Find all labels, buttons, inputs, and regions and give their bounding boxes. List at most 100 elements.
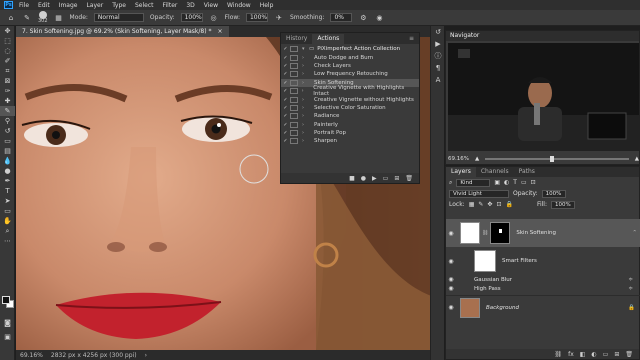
menu-select[interactable]: Select [135, 2, 154, 9]
background-thumbnail[interactable] [460, 297, 480, 318]
modal-toggle-icon[interactable] [290, 104, 298, 111]
action-row[interactable]: ✓ › Creative Vignette without Highlights [281, 95, 419, 103]
chevron-right-icon[interactable]: › [302, 113, 314, 119]
eye-icon[interactable]: ◉ [446, 230, 456, 237]
blend-mode-select[interactable]: Vivid Light [449, 189, 509, 198]
lock-pixels-icon[interactable]: ✎ [478, 201, 483, 208]
dodge-tool-icon[interactable]: ● [0, 166, 15, 176]
character-panel-icon[interactable]: A [431, 74, 445, 86]
filter-smart-icon[interactable]: ⊡ [531, 179, 536, 186]
navigator-preview[interactable] [448, 43, 639, 151]
chevron-right-icon[interactable]: › [302, 55, 314, 61]
lock-position-icon[interactable]: ✥ [487, 201, 492, 208]
new-group-icon[interactable]: ▭ [603, 351, 609, 358]
modal-toggle-icon[interactable] [290, 138, 298, 145]
mode-select[interactable]: Normal [93, 13, 144, 22]
airbrush-icon[interactable]: ✈ [274, 13, 284, 23]
chevron-right-icon[interactable]: › [302, 80, 314, 86]
eye-icon[interactable]: ◉ [446, 276, 456, 283]
paragraph-panel-icon[interactable]: ¶ [431, 62, 445, 74]
check-icon[interactable]: ✓ [281, 63, 290, 69]
zoom-slider-thumb[interactable] [549, 156, 554, 162]
marquee-tool-icon[interactable]: ⬚ [0, 36, 15, 46]
chevron-right-icon[interactable]: › [302, 97, 314, 103]
action-row[interactable]: ✓ › Selective Color Saturation [281, 104, 419, 112]
path-select-tool-icon[interactable]: ➤ [0, 196, 15, 206]
type-tool-icon[interactable]: T [0, 186, 15, 196]
home-icon[interactable]: ⌂ [6, 13, 16, 23]
layer-filter-kind[interactable]: Kind [456, 178, 491, 187]
filter-row-high-pass[interactable]: ◉ High Pass ≑ [446, 284, 640, 293]
tab-channels[interactable]: Channels [476, 167, 514, 177]
chevron-right-icon[interactable]: › [302, 88, 314, 94]
lasso-tool-icon[interactable]: ◌ [0, 46, 15, 56]
modal-toggle-icon[interactable] [290, 121, 298, 128]
stop-icon[interactable]: ■ [349, 175, 355, 182]
action-row[interactable]: ✓ › Check Layers [281, 62, 419, 70]
modal-toggle-icon[interactable] [290, 62, 298, 69]
link-layers-icon[interactable]: ⛓ [554, 351, 562, 358]
modal-toggle-icon[interactable] [290, 130, 298, 137]
check-icon[interactable]: ✓ [281, 122, 290, 128]
close-icon[interactable]: × [217, 28, 222, 35]
zoom-level[interactable]: 69.16% [20, 352, 43, 359]
check-icon[interactable]: ✓ [281, 80, 290, 86]
tab-actions[interactable]: Actions [312, 34, 345, 44]
clone-stamp-tool-icon[interactable]: ⚲ [0, 116, 15, 126]
modal-toggle-icon[interactable] [290, 113, 298, 120]
brush-settings-icon[interactable]: ▦ [54, 13, 64, 23]
tab-paths[interactable]: Paths [514, 167, 540, 177]
opacity-field[interactable]: 100% [180, 13, 203, 22]
screen-mode-icon[interactable]: ▣ [0, 332, 15, 342]
brush-preset-picker[interactable]: 302 [38, 11, 48, 24]
eraser-tool-icon[interactable]: ▭ [0, 136, 15, 146]
menu-filter[interactable]: Filter [163, 2, 178, 9]
lock-artboard-icon[interactable]: ⊡ [496, 201, 501, 208]
menu-window[interactable]: Window [227, 2, 251, 9]
action-row[interactable]: ✓ › Creative Vignette with Highlights Inta… [281, 85, 419, 97]
pressure-size-icon[interactable]: ◉ [374, 13, 384, 23]
gear-icon[interactable]: ⚙ [358, 13, 368, 23]
tab-history[interactable]: History [281, 34, 312, 44]
zoom-out-icon[interactable]: ▲ [475, 156, 479, 162]
history-brush-tool-icon[interactable]: ↺ [0, 126, 15, 136]
layer-name[interactable]: Background [486, 305, 519, 311]
filter-options-icon[interactable]: ≑ [628, 277, 633, 283]
check-icon[interactable]: ✓ [281, 97, 290, 103]
brush-tool-icon[interactable]: ✎ [22, 13, 32, 23]
tab-layers[interactable]: Layers [446, 167, 476, 177]
status-arrow-icon[interactable]: › [145, 352, 147, 359]
link-icon[interactable]: ⛓ [482, 230, 488, 236]
pressure-opacity-icon[interactable]: ◎ [209, 13, 219, 23]
quick-mask-icon[interactable]: ◙ [0, 318, 15, 328]
delete-layer-icon[interactable]: 🗑 [625, 351, 633, 358]
filter-options-icon[interactable]: ≑ [628, 286, 633, 292]
layer-opacity-field[interactable]: 100% [541, 189, 566, 198]
smoothing-field[interactable]: 0% [330, 13, 353, 22]
action-row[interactable]: ✓ › Painterly [281, 121, 419, 129]
hand-tool-icon[interactable]: ✋ [0, 216, 15, 226]
layer-row-smart-filters[interactable]: ◉ Smart Filters [446, 249, 640, 273]
modal-toggle-icon[interactable] [290, 71, 298, 78]
filter-pixel-icon[interactable]: ▣ [494, 179, 500, 186]
menu-layer[interactable]: Layer [86, 2, 103, 9]
play-icon[interactable]: ▶ [372, 175, 377, 182]
menu-type[interactable]: Type [112, 2, 126, 9]
new-action-icon[interactable]: ⊞ [394, 175, 399, 182]
lock-transparent-icon[interactable]: ▦ [469, 201, 475, 208]
action-row[interactable]: ✓ › Auto Dodge and Burn [281, 53, 419, 61]
menu-file[interactable]: File [19, 2, 29, 9]
lock-all-icon[interactable]: 🔒 [505, 201, 512, 208]
document-tab[interactable]: 7. Skin Softening.jpg @ 69.2% (Skin Soft… [16, 26, 229, 37]
eye-icon[interactable]: ◉ [446, 258, 456, 265]
foreground-color-swatch[interactable] [2, 296, 10, 304]
smart-object-thumbnail[interactable] [460, 222, 480, 244]
actions-panel-icon[interactable]: ▶ [431, 38, 445, 50]
check-icon[interactable]: ✓ [281, 46, 290, 52]
menu-edit[interactable]: Edit [38, 2, 50, 9]
delete-icon[interactable]: 🗑 [405, 175, 413, 182]
zoom-in-icon[interactable]: ▲ [635, 156, 639, 162]
action-set-row[interactable]: ✓ ▾ ▭ PiXimperfect Action Collection [281, 45, 419, 53]
zoom-slider[interactable] [485, 156, 629, 162]
action-row[interactable]: ✓ › Low Frequency Retouching [281, 70, 419, 78]
